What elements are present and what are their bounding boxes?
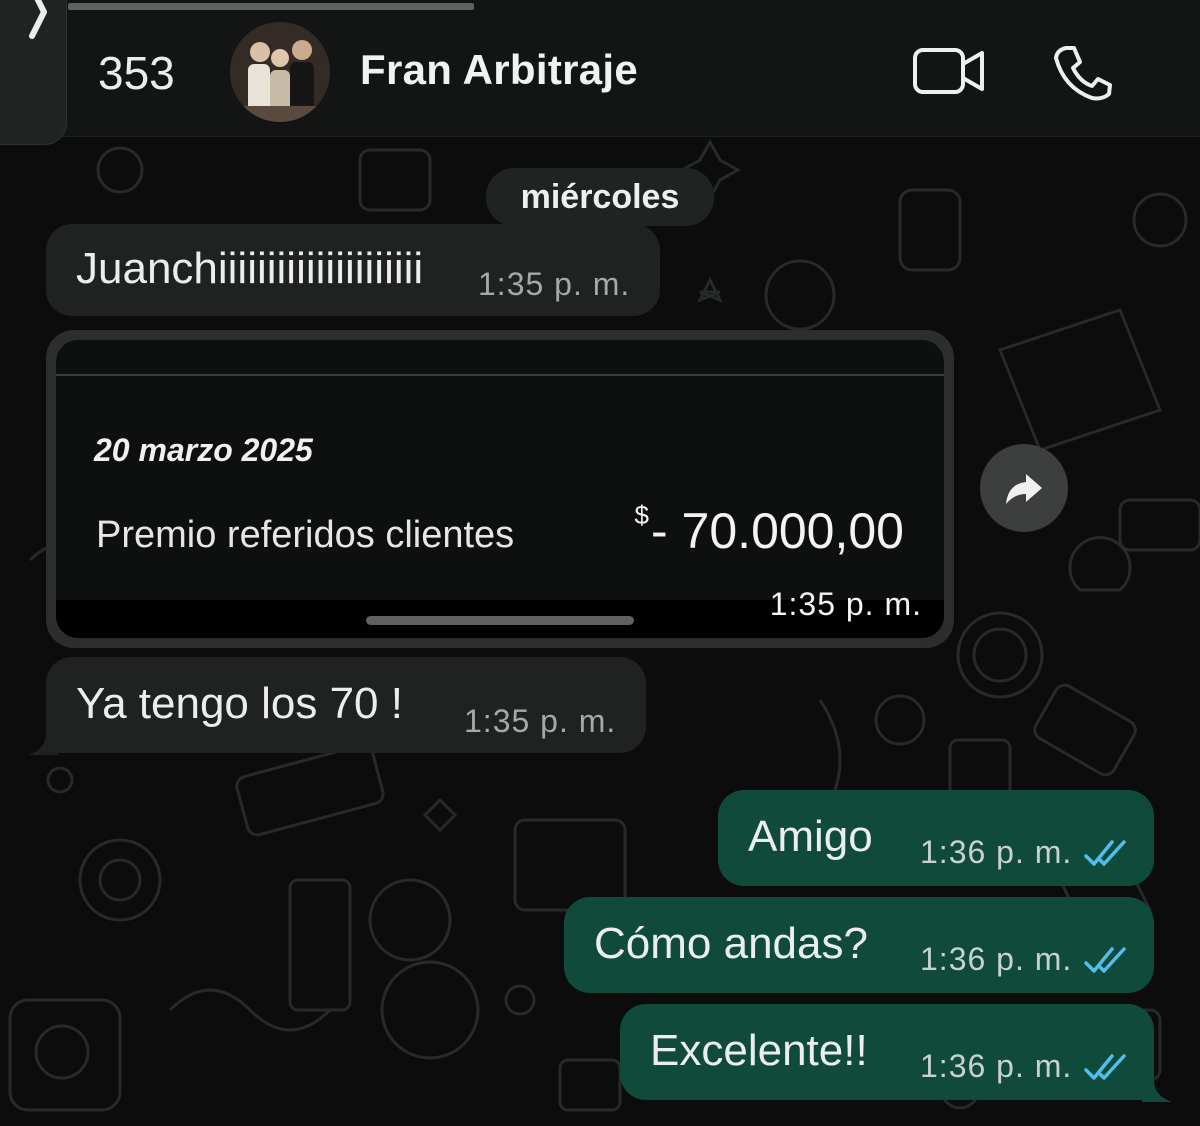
message-time: 1:36 p. m.: [920, 1048, 1073, 1084]
amount-value: - 70.000,00: [651, 503, 904, 559]
read-receipt-icon: [1084, 1054, 1126, 1080]
unread-count[interactable]: 353: [98, 46, 175, 100]
message-text: Cómo andas?: [594, 919, 868, 968]
incoming-message[interactable]: Juanchiiiiiiiiiiiiiiiiiiiii 1:35 p. m.: [46, 224, 660, 316]
message-text: Ya tengo los 70 !: [76, 679, 403, 728]
message-text: Excelente!!: [650, 1026, 868, 1075]
home-indicator: [366, 616, 634, 625]
currency-symbol: $: [634, 500, 650, 530]
transaction-date: 20 marzo 2025: [94, 432, 313, 468]
phone-call-icon[interactable]: [1052, 44, 1112, 102]
message-text: Amigo: [748, 812, 873, 861]
outgoing-message[interactable]: Excelente!! 1:36 p. m.: [620, 1004, 1154, 1100]
message-time: 1:36 p. m.: [920, 941, 1073, 977]
message-time: 1:35 p. m.: [769, 586, 922, 622]
outgoing-message[interactable]: Cómo andas? 1:36 p. m.: [564, 897, 1154, 993]
message-time: 1:35 p. m.: [464, 703, 617, 739]
date-separator: miércoles: [486, 168, 714, 226]
read-receipt-icon: [1084, 840, 1126, 866]
outgoing-message[interactable]: Amigo 1:36 p. m.: [718, 790, 1154, 886]
incoming-message[interactable]: Ya tengo los 70 ! 1:35 p. m.: [46, 657, 646, 753]
shared-screenshot[interactable]: 20 marzo 2025 Premio referidos clientes …: [56, 340, 944, 638]
message-time: 1:35 p. m.: [478, 266, 631, 302]
forward-button[interactable]: [980, 444, 1068, 532]
read-receipt-icon: [1084, 947, 1126, 973]
back-chevron-icon: [29, 0, 47, 39]
contact-name[interactable]: Fran Arbitraje: [360, 46, 638, 94]
transaction-amount: $- 70.000,00: [635, 500, 904, 560]
incoming-image-message[interactable]: 20 marzo 2025 Premio referidos clientes …: [46, 330, 954, 648]
back-button[interactable]: [0, 0, 67, 145]
message-time: 1:36 p. m.: [920, 834, 1073, 870]
divider: [56, 374, 944, 376]
transaction-description: Premio referidos clientes: [96, 514, 515, 556]
video-call-icon[interactable]: [912, 46, 986, 96]
status-progress-bar: [68, 3, 474, 10]
message-text: Juanchiiiiiiiiiiiiiiiiiiiii: [76, 244, 424, 293]
chat-header: 353 Fran Arbitraje: [0, 0, 1200, 145]
contact-avatar[interactable]: [230, 22, 330, 122]
forward-arrow-icon: [1006, 474, 1042, 504]
